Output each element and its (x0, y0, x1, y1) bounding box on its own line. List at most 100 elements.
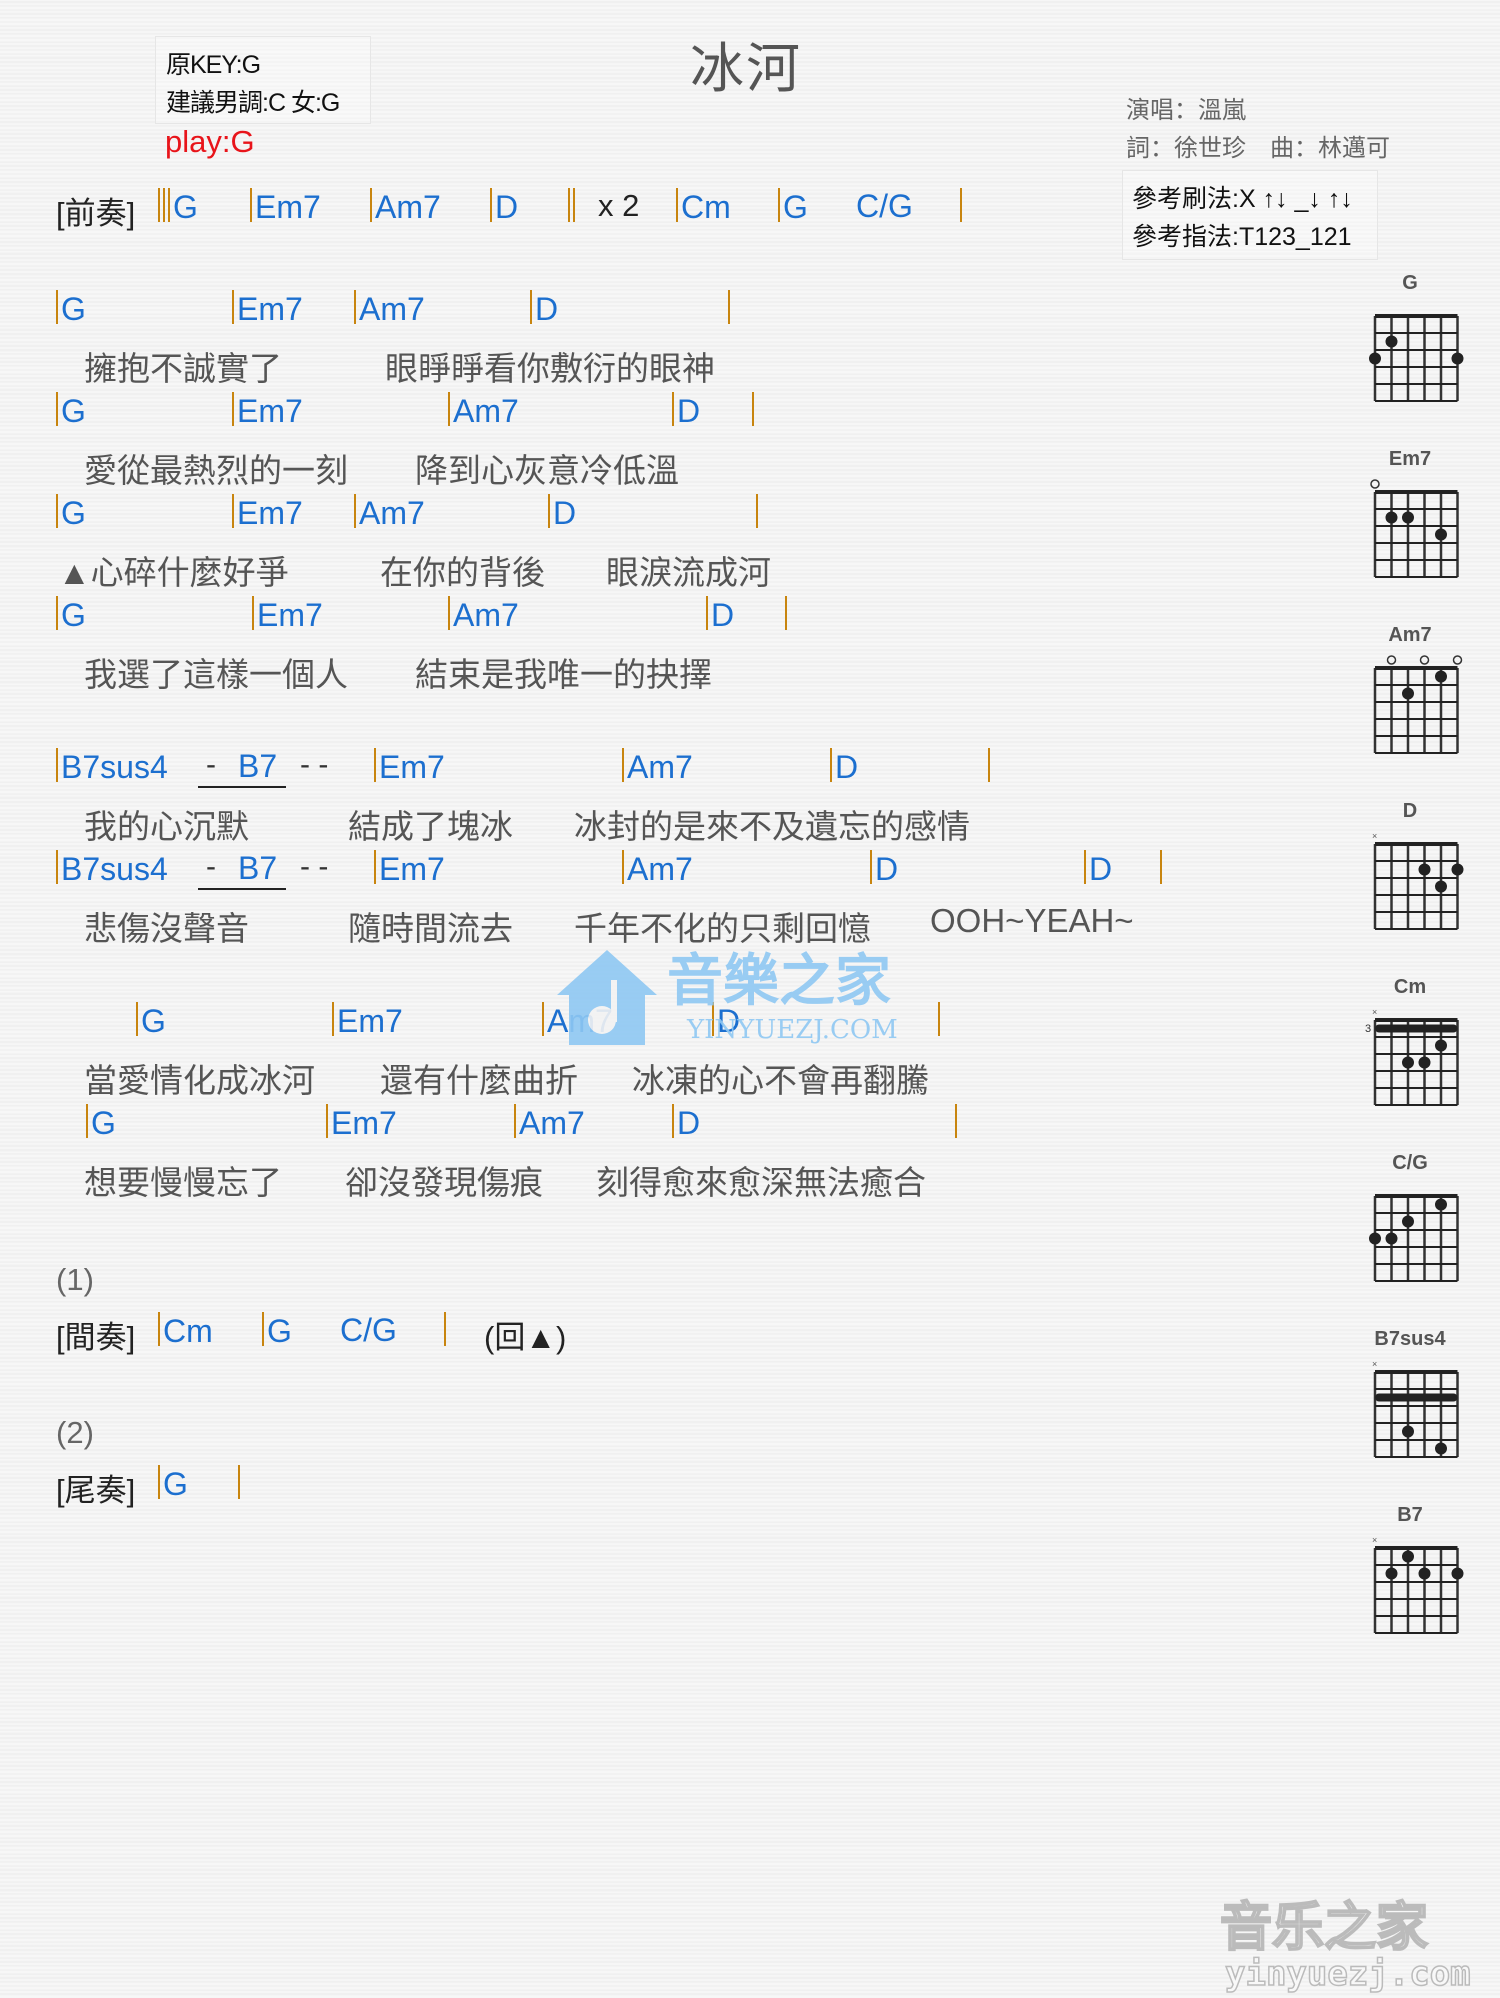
chord: Em7 (326, 1104, 397, 1142)
barre-bar (1375, 1393, 1458, 1402)
muted-string-icon: × (1372, 831, 1377, 841)
chord: Am7 (448, 392, 519, 430)
barline (785, 596, 790, 631)
finger-dot (1385, 511, 1398, 524)
open-string-icon (1452, 655, 1463, 665)
chord: D (530, 290, 558, 328)
lyric: 我的心沉默 (84, 808, 249, 845)
chord: D (1084, 850, 1112, 888)
interlude-label: [間奏] (56, 1320, 136, 1355)
chord: D (548, 494, 576, 532)
lyric: 卻沒發現傷痕 (345, 1164, 543, 1201)
watermark-corner: 音乐之家 yinyuezj.com (1215, 1893, 1485, 1998)
barline (955, 1104, 960, 1139)
lyric: 當愛情化成冰河 (84, 1062, 315, 1099)
watermark-center: 音樂之家 YINYUEZJ.COM (547, 940, 947, 1055)
finger-dot (1385, 335, 1398, 348)
chord: B7 (238, 850, 278, 886)
chord: G (262, 1312, 292, 1350)
lyric: 眼淚流成河 (606, 554, 771, 591)
open-string-icon (1419, 655, 1430, 665)
chord: C/G (856, 188, 913, 224)
chord: Am7 (354, 290, 425, 328)
reference-box: 參考刷法:X ↑↓ _↓ ↑↓ 參考指法:T123_121 (1122, 170, 1378, 260)
muted-string-icon: × (1372, 1007, 1377, 1017)
lyric: 結束是我唯一的抉擇 (415, 656, 712, 693)
play-key: play:G (165, 124, 255, 159)
chord: C/G (340, 1312, 397, 1348)
chord-diagram-name: B7sus4 (1374, 1328, 1446, 1350)
chord-diagram: Cm × 3 (1365, 976, 1459, 1115)
chord: Em7 (232, 494, 303, 532)
chord: Cm (676, 188, 731, 226)
strum-pattern: 參考刷法:X ↑↓ _↓ ↑↓ (1132, 185, 1353, 213)
svg-text:YINYUEZJ.COM: YINYUEZJ.COM (686, 1015, 898, 1045)
lyric: OOH~YEAH~ (930, 902, 1134, 939)
rest-dash: - - (300, 850, 329, 883)
chord: Am7 (370, 188, 441, 226)
lyric: 結成了塊冰 (348, 808, 513, 845)
lyric: 刻得愈來愈深無法癒合 (596, 1164, 926, 1201)
chord: Cm (158, 1312, 213, 1350)
chord-diagram-name: B7 (1397, 1504, 1423, 1526)
chord: Em7 (232, 290, 303, 328)
fretboard-grid (1370, 479, 1459, 578)
fretboard-grid: × (1372, 1535, 1464, 1634)
chord: B7sus4 (56, 850, 168, 888)
original-key: 原KEY:G (166, 51, 261, 79)
base-fret-label: 3 (1365, 1023, 1371, 1035)
chord: B7sus4 (56, 748, 168, 786)
muted-string-icon: × (1372, 1535, 1377, 1545)
chord: G (56, 392, 86, 430)
lyric: ▲心碎什麼好爭 (58, 554, 289, 591)
finger-dot (1451, 863, 1464, 876)
chord: G (168, 188, 198, 226)
chord: Em7 (374, 850, 445, 888)
barline (988, 748, 993, 783)
ending-2-marker: (2) (56, 1415, 94, 1450)
lyric: 隨時間流去 (348, 910, 513, 947)
fretboard-grid: ×3 (1365, 1007, 1459, 1106)
finger-dot (1402, 511, 1414, 524)
chord-diagram: C/G (1365, 1152, 1459, 1291)
chord-diagram-name: C/G (1392, 1152, 1428, 1174)
finger-dot (1369, 1232, 1381, 1245)
chord: G (56, 494, 86, 532)
lyric: 冰封的是來不及遺忘的感情 (574, 808, 970, 845)
finger-dot (1402, 1215, 1414, 1228)
finger-dot (1402, 1550, 1414, 1563)
finger-dot (1435, 670, 1447, 683)
finger-dot (1418, 863, 1431, 876)
finger-dot (1418, 1567, 1431, 1580)
chord-diagram: B7 × (1365, 1504, 1464, 1643)
ending-1-marker: (1) (56, 1262, 94, 1297)
chord: G (56, 290, 86, 328)
chord: Am7 (622, 748, 693, 786)
finger-dot (1402, 1425, 1414, 1438)
chord-diagram-name: Cm (1393, 976, 1427, 998)
intro-label: [前奏] (56, 196, 136, 231)
song-title: 冰河 (690, 39, 802, 99)
lyric: 在你的背後 (380, 554, 545, 591)
lyric: 我選了這樣一個人 (84, 656, 348, 693)
chord: D (870, 850, 898, 888)
barre-bar (1375, 1024, 1458, 1033)
lyric: 降到心灰意冷低溫 (415, 452, 679, 489)
finger-dot (1451, 1567, 1464, 1580)
finger-dot (1385, 1232, 1398, 1245)
chord: G (86, 1104, 116, 1142)
chord: D (672, 1104, 700, 1142)
lyric: 擁抱不誠實了 (84, 350, 282, 387)
finger-dot (1435, 1442, 1447, 1455)
lyric: 悲傷沒聲音 (84, 910, 249, 947)
lyric: 冰凍的心不會再翻騰 (632, 1062, 929, 1099)
chord: Em7 (250, 188, 321, 226)
finger-dot (1435, 1039, 1447, 1052)
chord: D (672, 392, 700, 430)
music-house-logo-icon: 音樂之家 YINYUEZJ.COM (557, 949, 898, 1045)
repeat-mark: x 2 (598, 188, 640, 223)
rest-dash: - (206, 748, 216, 781)
chord-diagram: G (1365, 272, 1464, 411)
chord: G (136, 1002, 166, 1040)
finger-dot (1435, 528, 1447, 541)
